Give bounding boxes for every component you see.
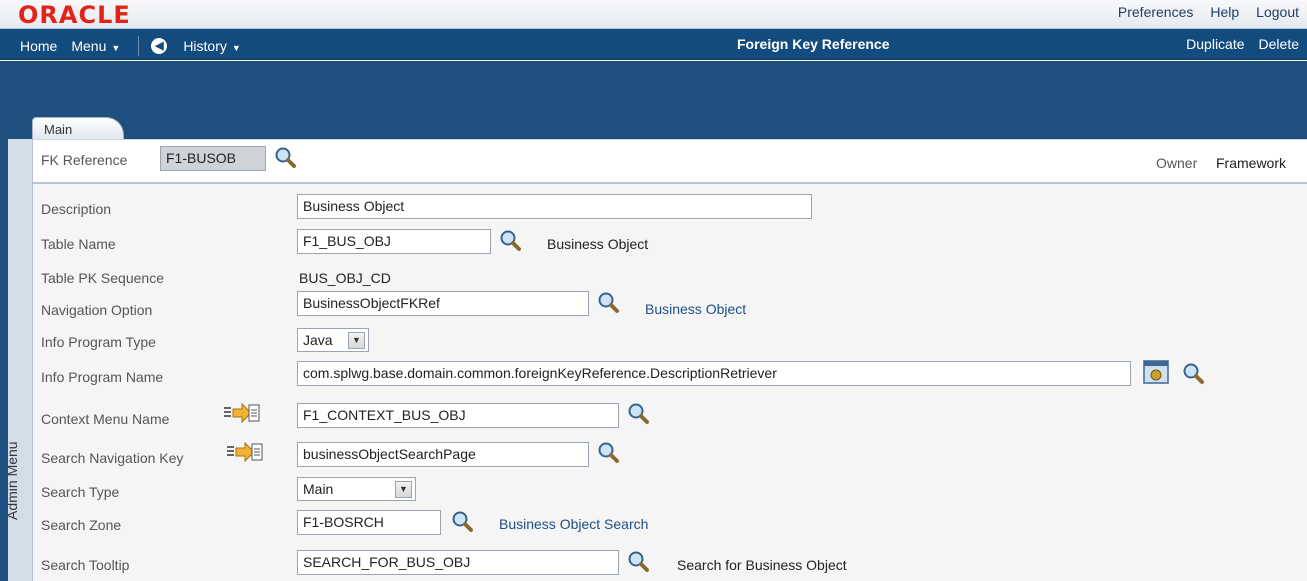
description-label: Description: [41, 201, 112, 217]
logout-link[interactable]: Logout: [1256, 4, 1299, 20]
nav-left: Home Menu ▼ ◀ History ▼: [20, 36, 255, 56]
search-type-label: Search Type: [41, 484, 120, 500]
search-navigation-key-input[interactable]: businessObjectSearchPage: [297, 442, 589, 467]
info-program-type-select[interactable]: Java ▼: [297, 328, 369, 352]
table-name-label: Table Name: [41, 236, 116, 252]
search-zone-input[interactable]: F1-BOSRCH: [297, 510, 441, 535]
navigation-option-link[interactable]: Business Object: [645, 301, 746, 317]
search-icon[interactable]: [498, 228, 522, 252]
owner-label: Owner: [1156, 155, 1198, 171]
home-link[interactable]: Home: [20, 38, 57, 54]
context-menu-icon[interactable]: [222, 402, 260, 424]
duplicate-button[interactable]: Duplicate: [1186, 36, 1244, 52]
tab-main[interactable]: Main: [32, 117, 124, 140]
tab-strip: [0, 61, 1307, 139]
context-menu-name-input[interactable]: F1_CONTEXT_BUS_OBJ: [297, 403, 619, 428]
table-pk-sequence-label: Table PK Sequence: [41, 270, 164, 286]
page-title: Foreign Key Reference: [737, 36, 890, 52]
oracle-logo: ORACLE: [18, 1, 131, 29]
table-name-input[interactable]: F1_BUS_OBJ: [297, 229, 491, 254]
search-tooltip-input[interactable]: SEARCH_FOR_BUS_OBJ: [297, 550, 619, 575]
search-type-select[interactable]: Main ▼: [297, 477, 416, 501]
back-arrow-icon[interactable]: ◀: [151, 38, 168, 54]
tab-main-label: Main: [44, 122, 73, 137]
preferences-link[interactable]: Preferences: [1118, 4, 1193, 20]
history-dropdown[interactable]: History ▼: [183, 38, 240, 54]
help-link[interactable]: Help: [1210, 4, 1239, 20]
chevron-down-icon: ▼: [395, 481, 412, 498]
navigation-option-label: Navigation Option: [41, 302, 153, 318]
caret-down-icon: ▼: [111, 43, 121, 53]
search-icon[interactable]: [273, 145, 297, 169]
search-tooltip-description: Search for Business Object: [677, 557, 847, 573]
navigation-option-input[interactable]: BusinessObjectFKRef: [297, 291, 589, 316]
info-program-name-input[interactable]: com.splwg.base.domain.common.foreignKeyR…: [297, 361, 1131, 386]
info-program-type-label: Info Program Type: [41, 334, 156, 350]
edit-program-icon[interactable]: [1143, 360, 1169, 384]
context-menu-icon[interactable]: [225, 441, 263, 463]
search-navigation-key-label: Search Navigation Key: [41, 450, 184, 466]
caret-down-icon: ▼: [231, 43, 241, 53]
fk-reference-input[interactable]: F1-BUSOB: [160, 146, 266, 171]
chevron-down-icon: ▼: [348, 332, 365, 349]
search-zone-label: Search Zone: [41, 517, 122, 533]
search-icon[interactable]: [626, 549, 650, 573]
info-program-type-value: Java: [303, 332, 333, 348]
search-zone-link[interactable]: Business Object Search: [499, 516, 648, 532]
nav-actions: Duplicate Delete: [1186, 36, 1299, 52]
admin-menu-label[interactable]: Admin Menu: [4, 441, 20, 520]
table-name-description: Business Object: [547, 236, 649, 252]
table-pk-sequence-value: BUS_OBJ_CD: [299, 270, 391, 286]
owner-value: Framework: [1216, 155, 1287, 171]
fk-reference-label: FK Reference: [41, 152, 128, 168]
menu-dropdown[interactable]: Menu ▼: [71, 38, 120, 54]
info-program-name-label: Info Program Name: [41, 369, 164, 385]
nav-bar: Home Menu ▼ ◀ History ▼ Foreign Key Refere…: [0, 29, 1307, 59]
context-menu-name-label: Context Menu Name: [41, 411, 170, 427]
search-tooltip-label: Search Tooltip: [41, 557, 130, 573]
search-icon[interactable]: [1181, 361, 1205, 385]
menu-label: Menu: [71, 38, 107, 54]
search-icon[interactable]: [596, 290, 620, 314]
delete-button[interactable]: Delete: [1259, 36, 1299, 52]
top-links: Preferences Help Logout: [1118, 4, 1299, 20]
logo-bar: ORACLE Preferences Help Logout: [0, 0, 1307, 29]
search-icon[interactable]: [450, 509, 474, 533]
search-type-value: Main: [303, 481, 334, 497]
search-icon[interactable]: [626, 401, 650, 425]
nav-separator: [138, 36, 140, 56]
history-label: History: [183, 38, 227, 54]
description-input[interactable]: Business Object: [297, 194, 812, 219]
search-icon[interactable]: [596, 440, 620, 464]
